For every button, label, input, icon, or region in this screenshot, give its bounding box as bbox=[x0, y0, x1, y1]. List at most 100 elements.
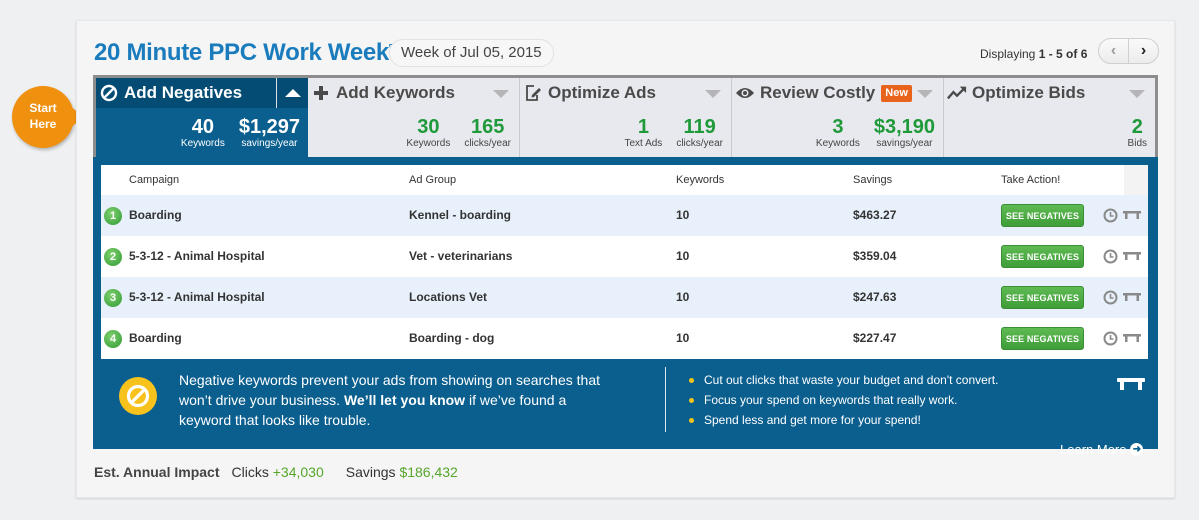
stat-value: 40 bbox=[191, 116, 214, 138]
impact-label: Est. Annual Impact bbox=[94, 464, 220, 480]
see-negatives-button[interactable]: SEE NEGATIVES bbox=[1001, 286, 1084, 309]
arrow-right-circle-icon: ➜ bbox=[1130, 443, 1144, 456]
caret-down-icon[interactable] bbox=[705, 90, 721, 98]
tab-head: Review Costly New bbox=[732, 78, 943, 108]
clock-icon[interactable] bbox=[1103, 208, 1118, 223]
info-text-bold: We’ll let you know bbox=[343, 392, 466, 408]
impact-clicks: Clicks +34,030 bbox=[232, 464, 324, 480]
table-row: 2 5-3-12 - Animal Hospital Vet - veterinar… bbox=[101, 236, 1148, 277]
stat-label: savings/year bbox=[876, 138, 933, 149]
divider bbox=[665, 367, 666, 432]
tab-stats: 3 Keywords $3,190 savings/year bbox=[816, 116, 935, 150]
stat-value: 119 bbox=[683, 116, 716, 138]
campaign-cell: 5-3-12 - Animal Hospital bbox=[129, 249, 265, 263]
clock-icon[interactable] bbox=[1103, 331, 1118, 346]
see-negatives-button[interactable]: SEE NEGATIVES bbox=[1001, 204, 1084, 227]
stat-label: Bids bbox=[1127, 138, 1147, 149]
savings-cell: $227.47 bbox=[853, 331, 897, 345]
stat-label: clicks/year bbox=[464, 138, 511, 149]
table-row: 4 Boarding Boarding - dog 10 $227.47 SEE NEGA… bbox=[101, 318, 1148, 359]
stat-keywords: 3 Keywords bbox=[816, 116, 860, 150]
stat-keywords: 30 Keywords bbox=[406, 116, 450, 150]
table-header: Campaign Ad Group Keywords Savings Take … bbox=[101, 165, 1148, 195]
tab-optimize-ads[interactable]: Optimize Ads 1 Text Ads 119 clicks/year bbox=[520, 78, 732, 160]
tab-label: Add Negatives bbox=[124, 83, 243, 102]
info-description: Negative keywords prevent your ads from … bbox=[179, 370, 619, 430]
keywords-cell: 10 bbox=[676, 290, 690, 304]
stat-label: Keywords bbox=[406, 138, 451, 149]
stat-savings: $1,297 savings/year bbox=[239, 116, 300, 150]
ad-group-cell: Boarding - dog bbox=[409, 331, 495, 345]
work-week-card: 20 Minute PPC Work WeekTM Week of Jul 05… bbox=[76, 20, 1175, 498]
col-ad-group: Ad Group bbox=[409, 174, 457, 186]
col-take-action: Take Action! bbox=[1001, 174, 1061, 186]
stat-value: 165 bbox=[470, 116, 505, 138]
col-keywords: Keywords bbox=[676, 174, 725, 186]
edit-icon bbox=[523, 83, 543, 103]
learn-more-link[interactable]: Learn More ➜ bbox=[1060, 442, 1144, 457]
hide-icon[interactable] bbox=[1117, 377, 1145, 391]
stat-value: $1,297 bbox=[238, 116, 300, 138]
start-here-callout: Start Here bbox=[12, 86, 84, 148]
rank-badge: 1 bbox=[104, 207, 122, 225]
negatives-panel: Campaign Ad Group Keywords Savings Take … bbox=[93, 157, 1158, 457]
trend-up-icon bbox=[947, 83, 967, 103]
table-row: 3 5-3-12 - Animal Hospital Locations Vet 10… bbox=[101, 277, 1148, 318]
tab-head: Add Keywords bbox=[308, 78, 519, 108]
clock-icon[interactable] bbox=[1103, 249, 1118, 264]
task-tabs: Add Negatives 40 Keywords $1,297 savings/y… bbox=[93, 75, 1158, 160]
prev-page-button[interactable]: ‹ bbox=[1099, 39, 1129, 63]
next-page-button[interactable]: › bbox=[1129, 39, 1158, 63]
page-title-text: 20 Minute PPC Work Week bbox=[94, 39, 389, 66]
eye-icon bbox=[735, 83, 755, 103]
stat-value: 3 bbox=[832, 116, 844, 138]
hide-icon[interactable] bbox=[1123, 210, 1141, 220]
hide-icon[interactable] bbox=[1123, 251, 1141, 261]
hide-icon[interactable] bbox=[1123, 333, 1141, 343]
caret-down-icon[interactable] bbox=[493, 90, 509, 98]
collapse-tab-button[interactable] bbox=[276, 78, 308, 108]
tab-stats: 2 Bids bbox=[1128, 116, 1147, 150]
stat-value: 1 bbox=[637, 116, 649, 138]
ad-group-cell: Locations Vet bbox=[409, 290, 488, 304]
ad-group-cell: Kennel - boarding bbox=[409, 208, 511, 222]
chevron-left-icon: ‹ bbox=[1110, 42, 1117, 59]
clock-icon[interactable] bbox=[1103, 290, 1118, 305]
caret-down-icon[interactable] bbox=[1129, 90, 1145, 98]
ad-group-cell: Vet - veterinarians bbox=[409, 249, 513, 263]
start-here-line1: Start bbox=[29, 101, 57, 115]
displaying-prefix: Displaying bbox=[980, 47, 1039, 61]
stat-clicks: 119 clicks/year bbox=[676, 116, 723, 150]
campaign-cell: Boarding bbox=[129, 331, 182, 345]
hide-icon[interactable] bbox=[1123, 292, 1141, 302]
benefit-item: Focus your spend on keywords that really… bbox=[687, 390, 998, 410]
tab-add-keywords[interactable]: Add Keywords 30 Keywords 165 clicks/year bbox=[308, 78, 520, 160]
tab-optimize-bids[interactable]: Optimize Bids 2 Bids bbox=[944, 78, 1155, 160]
col-savings: Savings bbox=[853, 174, 893, 186]
see-negatives-button[interactable]: SEE NEGATIVES bbox=[1001, 327, 1084, 350]
tab-label: Review Costly bbox=[760, 83, 876, 102]
rank-badge: 2 bbox=[104, 248, 122, 266]
tab-review-costly[interactable]: Review Costly New 3 Keywords $3,190 saving… bbox=[732, 78, 944, 160]
annual-impact: Est. Annual Impact Clicks +34,030 Saving… bbox=[94, 464, 468, 480]
no-entry-icon bbox=[119, 377, 157, 415]
stat-label: Keywords bbox=[815, 138, 860, 149]
keywords-cell: 10 bbox=[676, 208, 690, 222]
caret-down-icon[interactable] bbox=[917, 90, 933, 98]
savings-cell: $359.04 bbox=[853, 249, 897, 263]
caret-up-icon bbox=[284, 89, 301, 97]
stat-savings: $3,190 savings/year bbox=[874, 116, 935, 150]
see-negatives-button[interactable]: SEE NEGATIVES bbox=[1001, 245, 1084, 268]
campaign-cell: Boarding bbox=[129, 208, 182, 222]
keywords-cell: 10 bbox=[676, 331, 690, 345]
tab-stats: 1 Text Ads 119 clicks/year bbox=[625, 116, 724, 150]
tab-add-negatives[interactable]: Add Negatives 40 Keywords $1,297 savings/y… bbox=[96, 78, 308, 160]
savings-cell: $463.27 bbox=[853, 208, 897, 222]
stat-value: $3,190 bbox=[873, 116, 935, 138]
clicks-value: +34,030 bbox=[272, 464, 324, 480]
rank-badge: 3 bbox=[104, 289, 122, 307]
tab-head: Add Negatives bbox=[96, 78, 308, 108]
stat-text-ads: 1 Text Ads bbox=[625, 116, 663, 150]
impact-savings: Savings $186,432 bbox=[346, 464, 458, 480]
tab-stats: 30 Keywords 165 clicks/year bbox=[406, 116, 511, 150]
